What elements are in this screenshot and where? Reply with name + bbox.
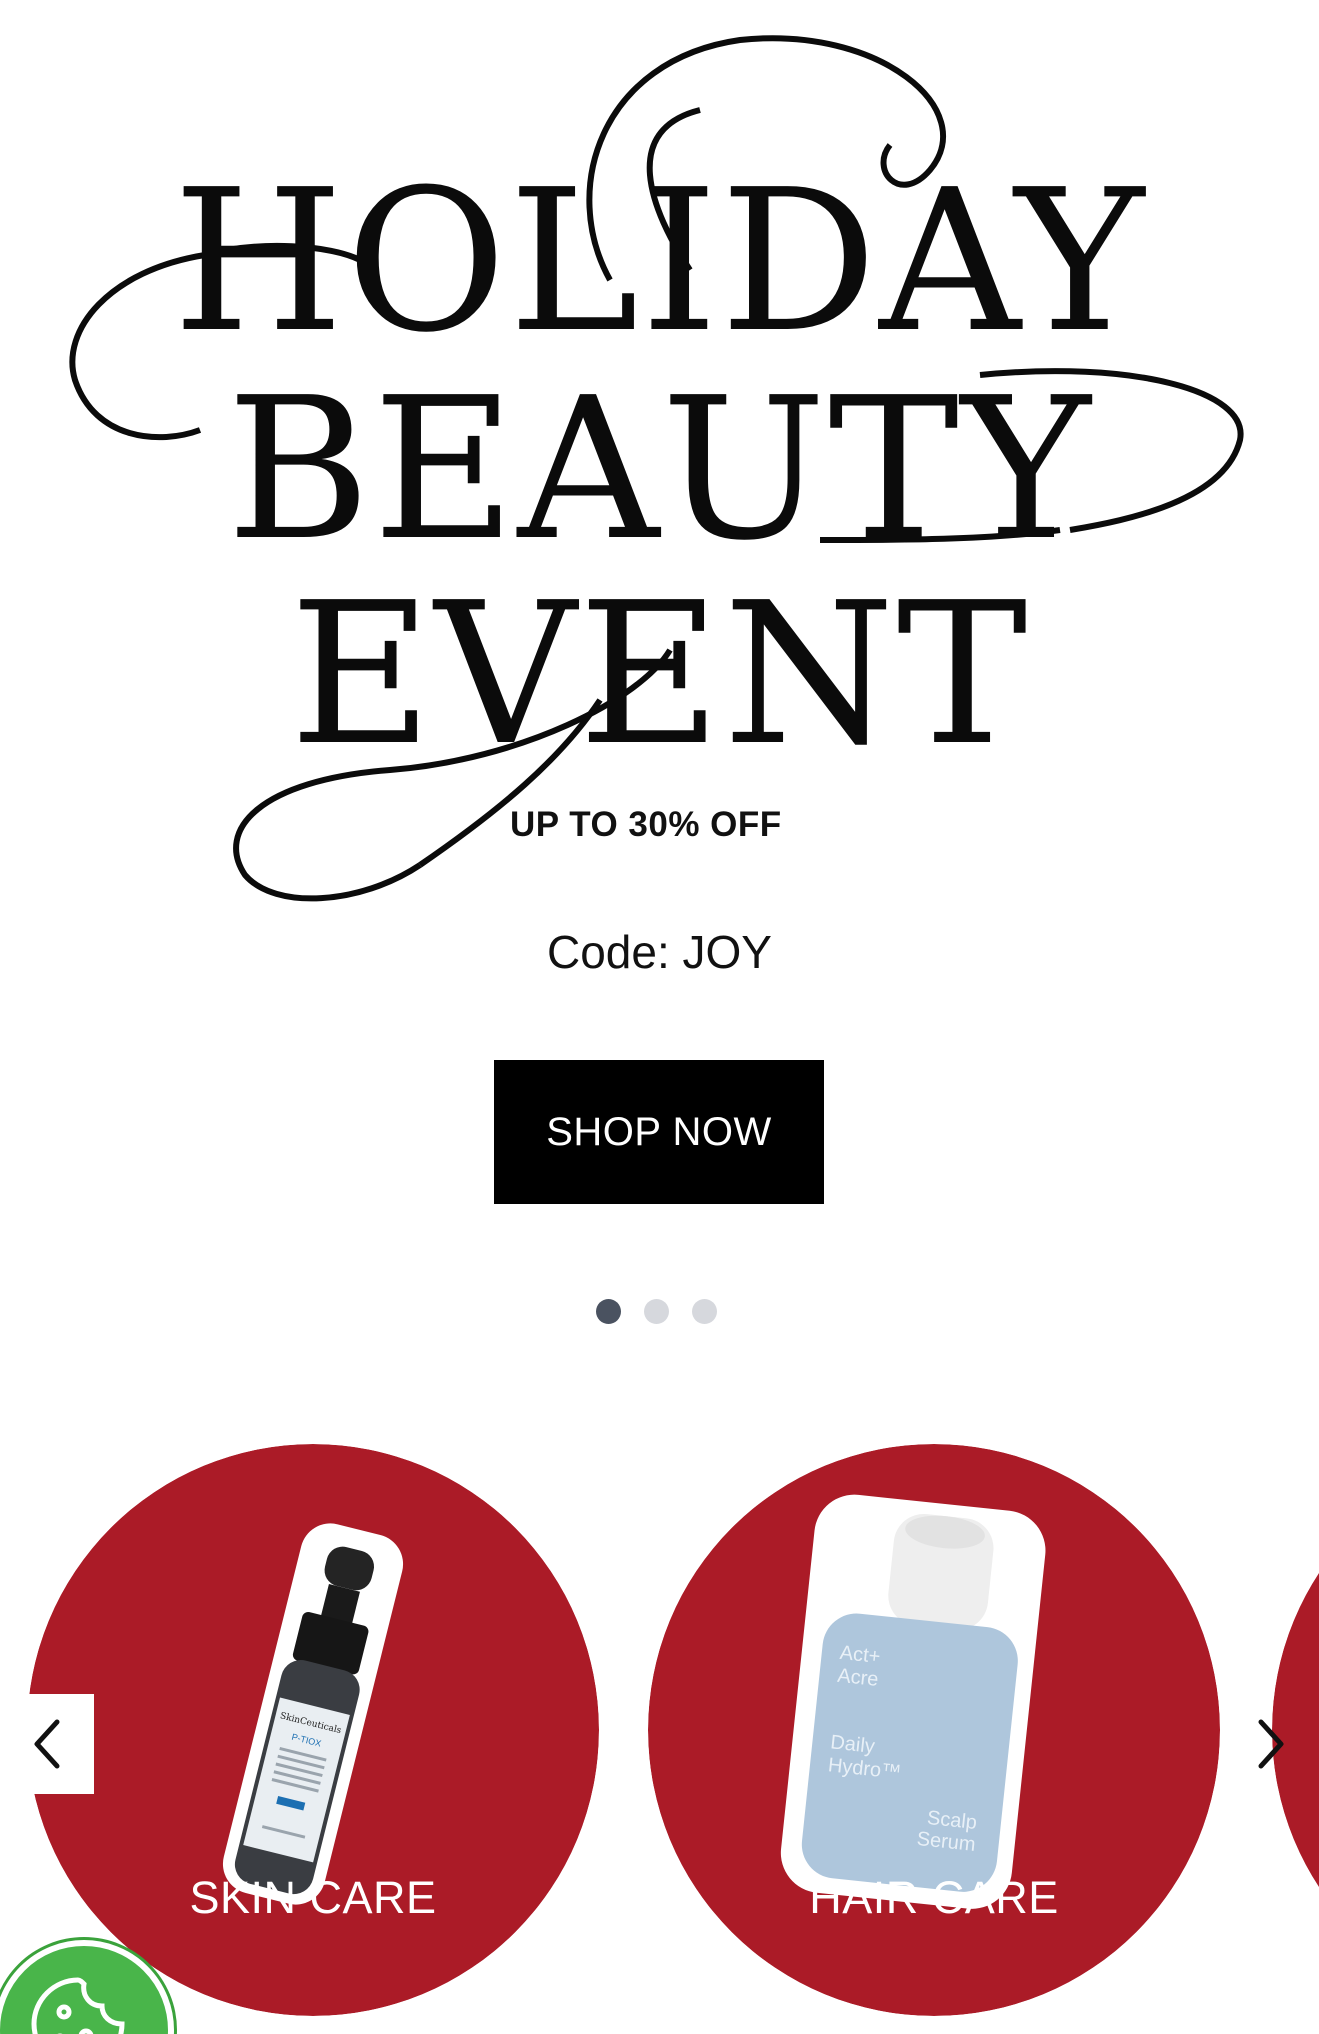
hero-title-beauty: BEAUTY bbox=[226, 356, 1093, 584]
chevron-left-icon bbox=[34, 1719, 60, 1769]
carousel-dot-1[interactable] bbox=[596, 1299, 621, 1324]
hair-care-brand-line2: Acre bbox=[836, 1665, 879, 1691]
shop-now-button[interactable]: SHOP NOW bbox=[494, 1060, 824, 1204]
category-hair-care[interactable]: Act+ Acre Daily Hydro™ Scalp Serum HAIR … bbox=[648, 1444, 1220, 2016]
cookie-icon bbox=[31, 1977, 125, 2034]
category-label-hair-care: HAIR CARE bbox=[809, 1872, 1059, 1923]
category-skin-care[interactable]: SkinCeuticals P-TIOX SKIN CARE bbox=[27, 1444, 599, 2016]
hero-banner[interactable]: HOLIDAY BEAUTY EVENT bbox=[0, 0, 1319, 920]
carousel-dots bbox=[596, 1299, 717, 1324]
promo-code: Code: JOY bbox=[547, 926, 772, 978]
page: HOLIDAY BEAUTY EVENT UP TO 30% OFF Code:… bbox=[0, 0, 1319, 2034]
category-next-button[interactable] bbox=[1222, 1694, 1319, 1794]
hero-title-event: EVENT bbox=[289, 561, 1030, 789]
skin-care-image: SkinCeuticals P-TIOX bbox=[27, 1444, 599, 2016]
category-label-skin-care: SKIN CARE bbox=[189, 1872, 437, 1923]
category-prev-button[interactable] bbox=[0, 1694, 94, 1794]
carousel-dot-3[interactable] bbox=[692, 1299, 717, 1324]
hair-care-brand-line1: Act+ bbox=[839, 1642, 882, 1668]
promo-text: UP TO 30% OFF bbox=[510, 805, 782, 844]
cookie-settings-button[interactable] bbox=[0, 1940, 174, 2034]
hero-title-holiday: HOLIDAY bbox=[172, 148, 1147, 376]
hair-care-product-line1: Daily bbox=[829, 1731, 876, 1758]
hair-care-image: Act+ Acre Daily Hydro™ Scalp Serum bbox=[648, 1444, 1220, 2016]
chevron-right-icon bbox=[1258, 1719, 1283, 1769]
carousel-dot-2[interactable] bbox=[644, 1299, 669, 1324]
